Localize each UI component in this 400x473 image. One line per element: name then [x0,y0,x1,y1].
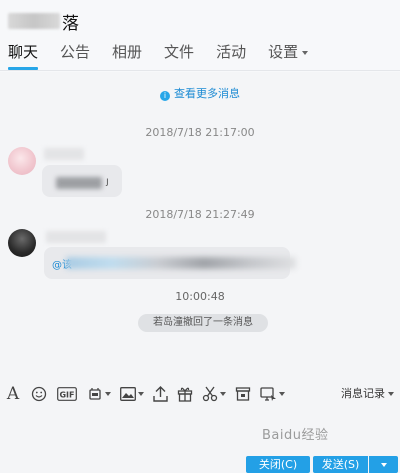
blurred-message-content [66,257,296,269]
tab-album[interactable]: 相册 [112,40,142,70]
chevron-down-icon [105,392,111,396]
message-history-button[interactable]: 消息记录 [341,385,394,401]
message-bubble[interactable]: @该 [44,247,296,279]
blurred-message-content [56,177,102,189]
recall-notice: 若岛潼撤回了一条消息 [138,314,268,332]
chevron-down-icon [138,392,144,396]
message-timestamp: 2018/7/18 21:17:00 [145,126,255,139]
font-icon[interactable]: A [5,383,21,405]
avatar[interactable] [8,147,36,175]
tab-settings[interactable]: 设置 [268,40,309,70]
blurred-group-name [8,13,60,29]
chevron-down-icon [388,392,394,396]
tab-chat[interactable]: 聊天 [8,40,39,70]
tab-announcement[interactable]: 公告 [60,40,90,70]
vibration-icon[interactable] [87,383,111,405]
send-options-button[interactable] [369,456,398,473]
chevron-down-icon [279,392,285,396]
message-text-fragment: ȷ [106,176,109,187]
avatar[interactable] [8,229,36,257]
group-title-suffix: 落 [62,13,79,34]
emoji-icon[interactable] [31,383,47,405]
gif-icon[interactable]: GIF [57,383,77,405]
chevron-down-icon [380,463,387,467]
blurred-sender-name [44,148,84,160]
send-button[interactable]: 发送(S) [313,456,368,473]
chevron-down-icon [220,392,226,396]
message-input[interactable] [0,408,400,455]
close-button[interactable]: 关闭(C) [246,456,310,473]
view-more-label: 查看更多消息 [174,87,240,100]
tab-settings-label: 设置 [268,43,299,61]
view-more-messages-link[interactable]: i 查看更多消息 [0,85,400,101]
tab-activity[interactable]: 活动 [216,40,246,70]
blurred-sender-name [46,231,106,243]
recall-timestamp: 10:00:48 [175,290,225,303]
info-icon: i [160,91,170,101]
watermark: Baidu经验 [262,428,329,443]
tab-files[interactable]: 文件 [164,40,194,70]
message-history-label: 消息记录 [341,387,385,400]
input-toolbar: A GIF [0,381,400,407]
message-timestamp: 2018/7/18 21:27:49 [145,208,255,221]
message-bubble[interactable]: ȷ [42,165,122,197]
upload-file-icon[interactable] [153,383,168,405]
screenshot-scissors-icon[interactable] [202,383,226,405]
group-header: 落 聊天 公告 相册 文件 活动 设置 [0,0,400,72]
screen-share-icon[interactable] [260,383,285,405]
gif-label: GIF [59,391,74,400]
chat-area[interactable]: i 查看更多消息 2018/7/18 21:17:00 ȷ 2018/7/18 2… [0,71,400,375]
archive-icon[interactable] [235,383,251,405]
image-icon[interactable] [120,383,144,405]
group-title: 落 [8,8,79,34]
chevron-down-icon [302,50,309,55]
tab-bar: 聊天 公告 相册 文件 活动 设置 [0,40,400,70]
gift-icon[interactable] [177,383,193,405]
